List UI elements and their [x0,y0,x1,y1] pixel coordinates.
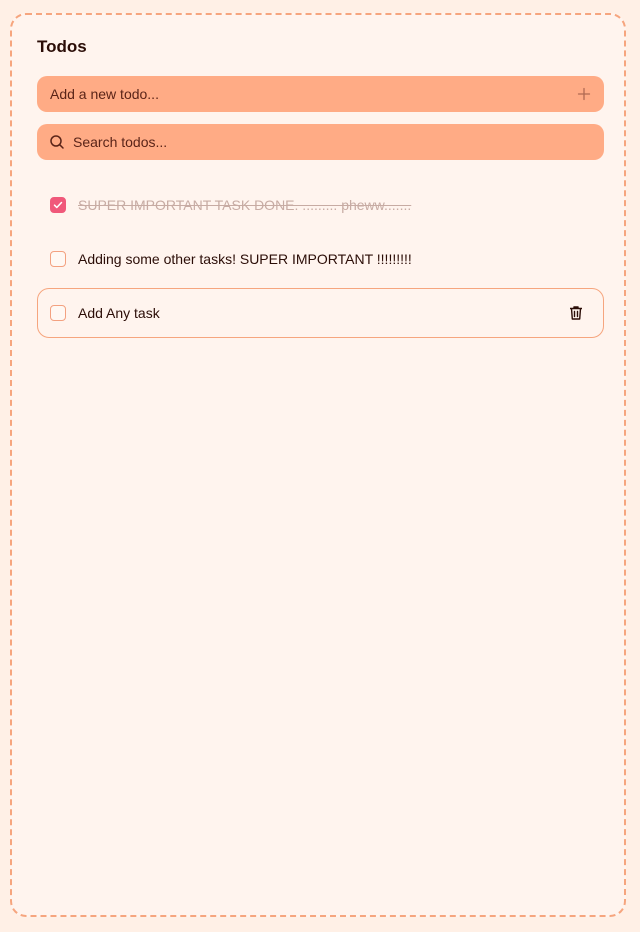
todo-checkbox[interactable] [50,251,66,267]
todo-item-3: Add Any task [37,288,604,338]
todo-item-1: SUPER IMPORTANT TASK DONE. ......... phe… [37,180,604,230]
check-icon [53,201,63,209]
search-icon [50,135,64,149]
page-title: Todos [37,37,87,56]
todo-panel: Todos SUPER IMPORTANT TASK DONE. .......… [10,13,626,917]
todo-text: Adding some other tasks! SUPER IMPORTANT… [78,251,412,267]
plus-icon[interactable] [576,86,592,102]
search-input[interactable] [73,124,573,160]
todo-text: Add Any task [78,305,160,321]
add-todo-bar [37,76,604,112]
add-todo-input[interactable] [50,76,560,112]
todo-text: SUPER IMPORTANT TASK DONE. ......... phe… [78,197,412,213]
search-bar [37,124,604,160]
trash-icon[interactable] [567,304,585,322]
todo-item-2: Adding some other tasks! SUPER IMPORTANT… [37,234,604,284]
todo-checkbox[interactable] [50,197,66,213]
todo-checkbox[interactable] [50,305,66,321]
